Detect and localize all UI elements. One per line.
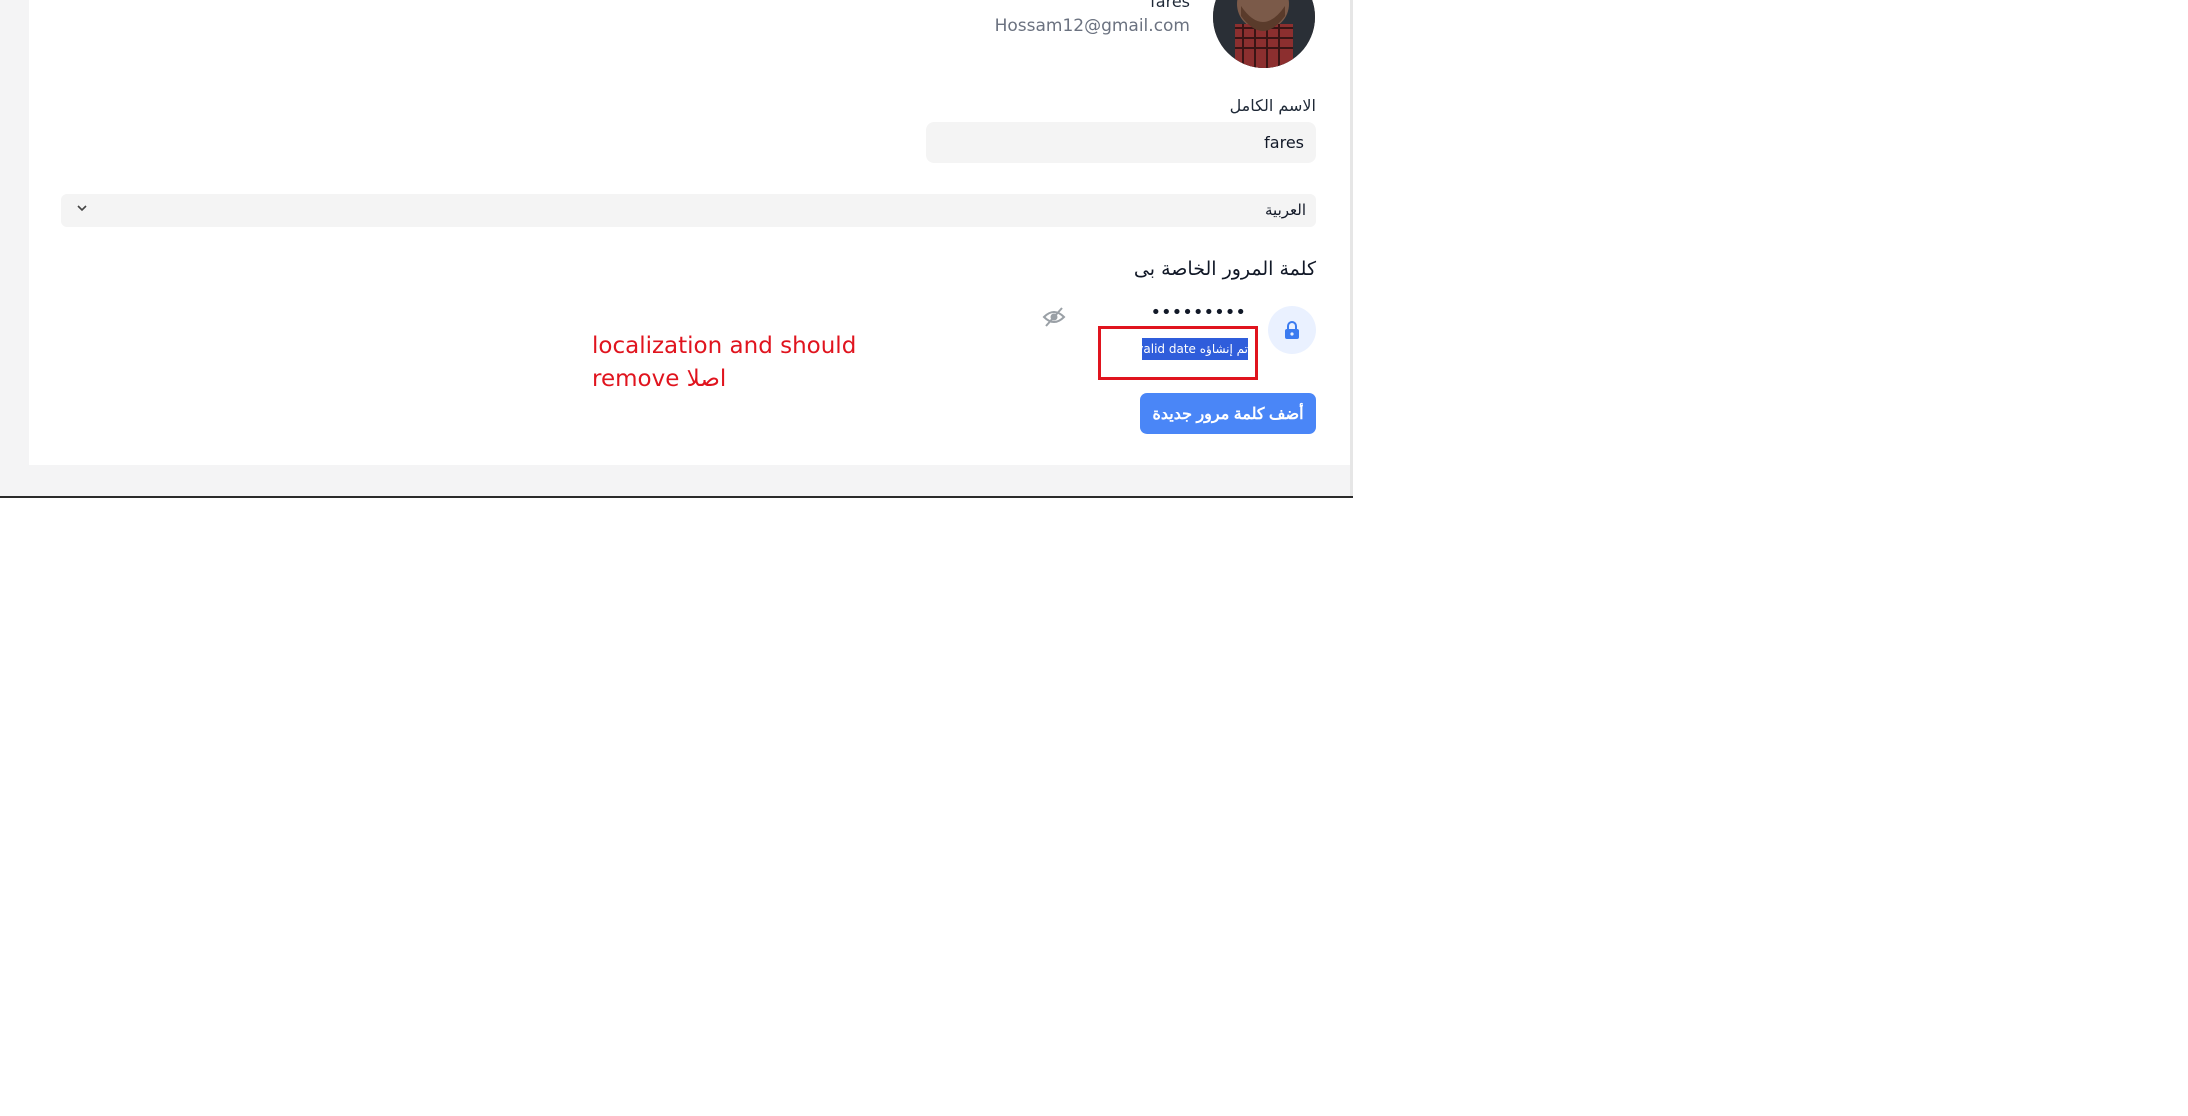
add-new-password-button[interactable]: أضف كلمة مرور جديدة (1140, 393, 1316, 434)
annotation-highlight-box (1098, 326, 1258, 380)
eye-off-icon[interactable] (1042, 306, 1066, 332)
password-section-title: كلمة المرور الخاصة بى (1133, 258, 1316, 280)
profile-name: fares (1150, 0, 1190, 11)
language-select[interactable]: العربية (61, 194, 1316, 227)
profile-email: Hossam12@gmail.com (994, 16, 1190, 36)
full-name-label: الاسم الكامل (1229, 96, 1316, 115)
annotation-line-2: remove اصلا (592, 366, 727, 392)
scrollbar-track (1350, 0, 1353, 497)
password-lock-badge (1268, 306, 1316, 354)
window-bottom-border (0, 496, 1353, 498)
annotation-note: localization and should remove اصلا (592, 330, 912, 396)
masked-password: ••••••••• (1150, 302, 1246, 323)
lock-icon (1285, 321, 1299, 339)
chevron-down-icon (75, 200, 89, 219)
language-value: العربية (1265, 201, 1306, 219)
full-name-value: fares (1264, 133, 1304, 152)
annotation-line-1: localization and should (592, 333, 857, 359)
full-name-input[interactable]: fares (926, 122, 1316, 163)
